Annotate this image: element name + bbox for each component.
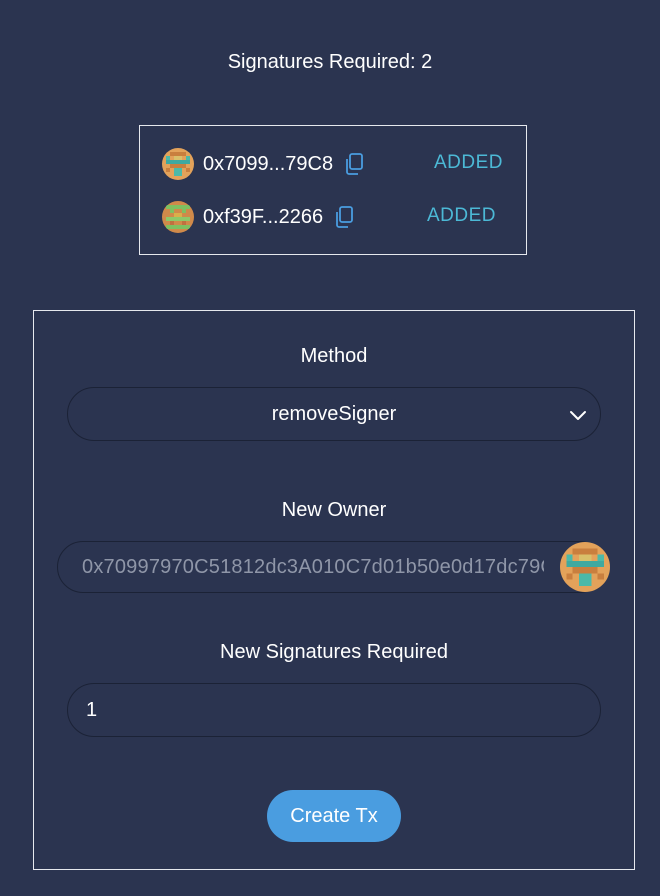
multisig-page: Signatures Required: 2 0x7099...79C8 ADD…: [0, 0, 660, 896]
new-signatures-input[interactable]: [86, 698, 566, 722]
signatures-required-text: Signatures Required: 2: [227, 51, 433, 73]
method-selected-value: removeSigner: [271, 402, 397, 425]
owner-status-badge: ADDED: [434, 152, 504, 173]
new-owner-label: New Owner: [281, 499, 387, 521]
new-signatures-field-wrapper: [67, 683, 601, 737]
owner-row: 0xf39F...2266: [162, 200, 355, 234]
blockie-avatar-icon: [162, 148, 194, 180]
copy-icon[interactable]: [343, 152, 365, 176]
create-tx-button[interactable]: Create Tx: [267, 790, 401, 842]
owner-status-badge: ADDED: [427, 205, 497, 226]
owners-list: 0x7099...79C8 ADDED 0xf39F...2266 ADDED: [139, 125, 527, 255]
chevron-down-icon: [568, 405, 588, 425]
new-owner-field-wrapper: [57, 541, 605, 593]
method-select[interactable]: removeSigner: [67, 387, 601, 441]
copy-icon[interactable]: [333, 205, 355, 229]
new-owner-input[interactable]: [82, 555, 544, 579]
transaction-form: Method removeSigner New Owner 0x70997970…: [33, 310, 635, 870]
owner-address: 0x7099...79C8: [203, 153, 334, 175]
blockie-avatar-icon: [560, 542, 610, 592]
blockie-avatar-icon: [162, 201, 194, 233]
owner-row: 0x7099...79C8: [162, 147, 365, 181]
owner-address: 0xf39F...2266: [203, 206, 324, 228]
method-label: Method: [300, 345, 368, 367]
new-signatures-label: New Signatures Required: [220, 641, 448, 663]
